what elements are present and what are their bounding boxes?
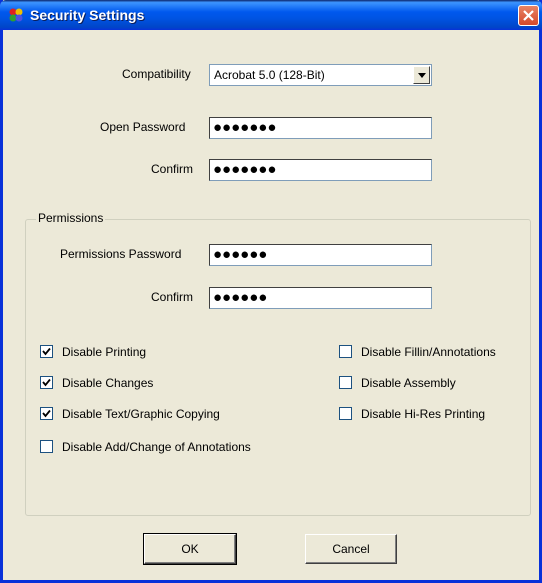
open-password-label: Open Password bbox=[100, 120, 186, 134]
title-bar[interactable]: Security Settings bbox=[0, 0, 542, 30]
security-app-icon bbox=[8, 7, 24, 23]
checkbox-label: Disable Hi-Res Printing bbox=[361, 407, 486, 421]
dropdown-button[interactable] bbox=[413, 66, 430, 84]
permissions-password-value: ●●●●●● bbox=[213, 246, 268, 263]
permissions-legend: Permissions bbox=[36, 211, 106, 225]
confirm-permissions-label: Confirm bbox=[151, 290, 194, 304]
checkbox-box[interactable] bbox=[40, 376, 53, 389]
checkbox-box[interactable] bbox=[40, 440, 53, 453]
checkbox-box[interactable] bbox=[339, 376, 352, 389]
chevron-down-icon bbox=[418, 73, 426, 78]
window-title: Security Settings bbox=[30, 7, 145, 23]
checkbox-label: Disable Text/Graphic Copying bbox=[62, 407, 220, 421]
confirm-open-label: Confirm bbox=[151, 162, 194, 176]
checkbox-label: Disable Changes bbox=[62, 376, 154, 390]
open-password-value: ●●●●●●● bbox=[213, 119, 277, 136]
checkbox-box[interactable] bbox=[339, 407, 352, 420]
checkbox-box[interactable] bbox=[40, 345, 53, 358]
checkbox-label: Disable Printing bbox=[62, 345, 147, 359]
confirm-permissions-password-field[interactable]: ●●●●●● bbox=[209, 287, 432, 309]
confirm-permissions-value: ●●●●●● bbox=[213, 289, 268, 306]
checkbox-label: Disable Fillin/Annotations bbox=[361, 345, 496, 359]
ok-button[interactable]: OK bbox=[143, 533, 237, 565]
compatibility-select[interactable]: Acrobat 5.0 (128-Bit) bbox=[209, 64, 432, 86]
close-icon bbox=[523, 10, 534, 21]
check-icon bbox=[42, 378, 51, 387]
check-icon bbox=[42, 409, 51, 418]
confirm-open-value: ●●●●●●● bbox=[213, 161, 277, 178]
checkbox-label: Disable Add/Change of Annotations bbox=[62, 440, 251, 454]
close-button[interactable] bbox=[518, 5, 539, 26]
permissions-password-field[interactable]: ●●●●●● bbox=[209, 244, 432, 266]
checkbox-label: Disable Assembly bbox=[361, 376, 456, 390]
permissions-password-label: Permissions Password bbox=[60, 247, 182, 261]
confirm-open-password-field[interactable]: ●●●●●●● bbox=[209, 159, 432, 181]
cancel-button[interactable]: Cancel bbox=[305, 534, 397, 564]
checkbox-box[interactable] bbox=[339, 345, 352, 358]
security-settings-dialog: Security Settings Compatibility Acrobat … bbox=[0, 0, 542, 583]
compatibility-value: Acrobat 5.0 (128-Bit) bbox=[214, 68, 325, 82]
open-password-field[interactable]: ●●●●●●● bbox=[209, 117, 432, 139]
check-icon bbox=[42, 347, 51, 356]
checkbox-box[interactable] bbox=[40, 407, 53, 420]
compatibility-label: Compatibility bbox=[122, 67, 191, 81]
